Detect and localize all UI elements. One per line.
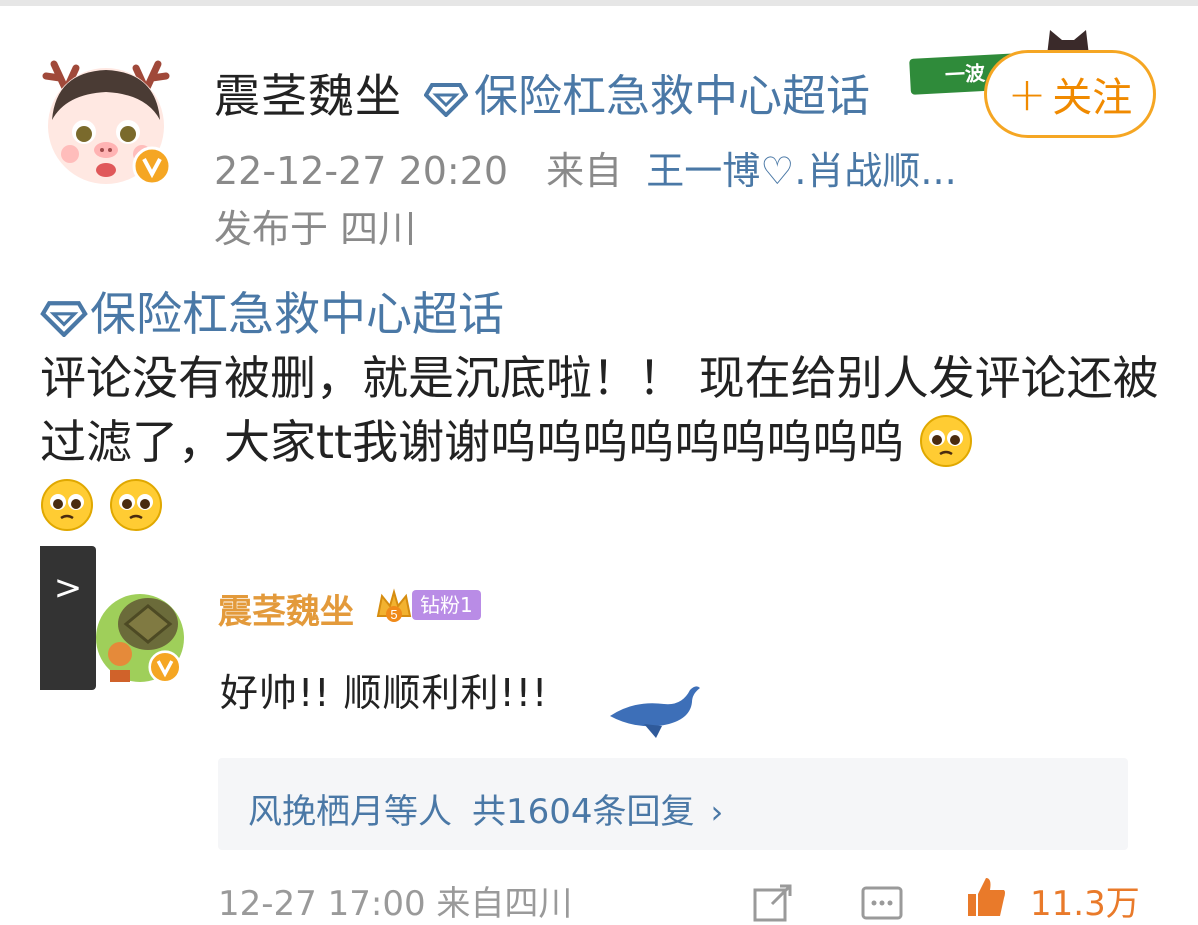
diamond-icon [423, 83, 469, 118]
comment-icon[interactable] [860, 882, 904, 922]
body-topic-label: 保险杠急救中心超话 [90, 287, 504, 341]
top-divider [0, 0, 1198, 6]
diamond-icon [40, 300, 88, 338]
author-name[interactable]: 震茎魏坐 [214, 60, 402, 126]
comment-text: 好帅!! 顺顺利利!!! [220, 671, 549, 715]
from-label: 来自 [546, 149, 623, 193]
post-datetime: 22-12-27 20:20 [214, 149, 509, 193]
follow-label: 关注 [1052, 75, 1133, 121]
side-expand-tab[interactable]: > [40, 546, 96, 690]
chevron-right-icon: › [710, 793, 724, 831]
like-count: 11.3万 [1030, 884, 1140, 924]
crown-icon: 5 [376, 588, 412, 622]
post-text: 评论没有被删，就是沉底啦！！ 现在给别人发评论还被过滤了，大家tt我谢谢呜呜呜呜… [40, 346, 1160, 538]
follow-button[interactable]: + 关注 [984, 50, 1156, 138]
pleading-face-emoji [109, 479, 162, 531]
comment-avatar[interactable] [90, 584, 186, 688]
post-location: 发布于 四川 [214, 207, 417, 251]
user-avatar[interactable] [36, 50, 176, 190]
crown-level: 5 [390, 607, 397, 622]
pleading-face-emoji [41, 479, 93, 531]
verified-v-icon [148, 650, 182, 684]
body-topic-link[interactable]: 保险杠急救中心超话 [40, 278, 504, 344]
topic-tag-link[interactable]: 保险杠急救中心超话 [423, 60, 870, 124]
post-source-link[interactable]: 王一博♡.肖战顺... [646, 149, 956, 193]
topic-tag-label: 保险杠急救中心超话 [474, 71, 870, 122]
replies-summary-text[interactable]: 风挽栖月等人 共1604条回复 › [248, 784, 723, 833]
replies-names: 风挽栖月等人 [248, 792, 452, 832]
fan-level-badge: 钻粉1 [412, 590, 481, 620]
whale-icon [610, 686, 700, 738]
plus-icon: + [1007, 67, 1047, 121]
post-text-content: 评论没有被删，就是沉底啦！！ 现在给别人发评论还被过滤了，大家tt我谢谢呜呜呜呜… [40, 351, 1159, 469]
replies-count: 共1604条回复 [472, 792, 695, 832]
comment-author-name[interactable]: 震茎魏坐 [218, 584, 354, 633]
pleading-face-emoji [919, 415, 972, 467]
thumbs-up-icon[interactable] [964, 876, 1008, 916]
verified-v-icon [132, 146, 172, 186]
post-meta: 22-12-27 20:20 来自 王一博♡.肖战顺... [214, 140, 957, 195]
comment-meta: 12-27 17:00 来自四川 [218, 884, 573, 924]
share-icon[interactable] [752, 882, 796, 922]
